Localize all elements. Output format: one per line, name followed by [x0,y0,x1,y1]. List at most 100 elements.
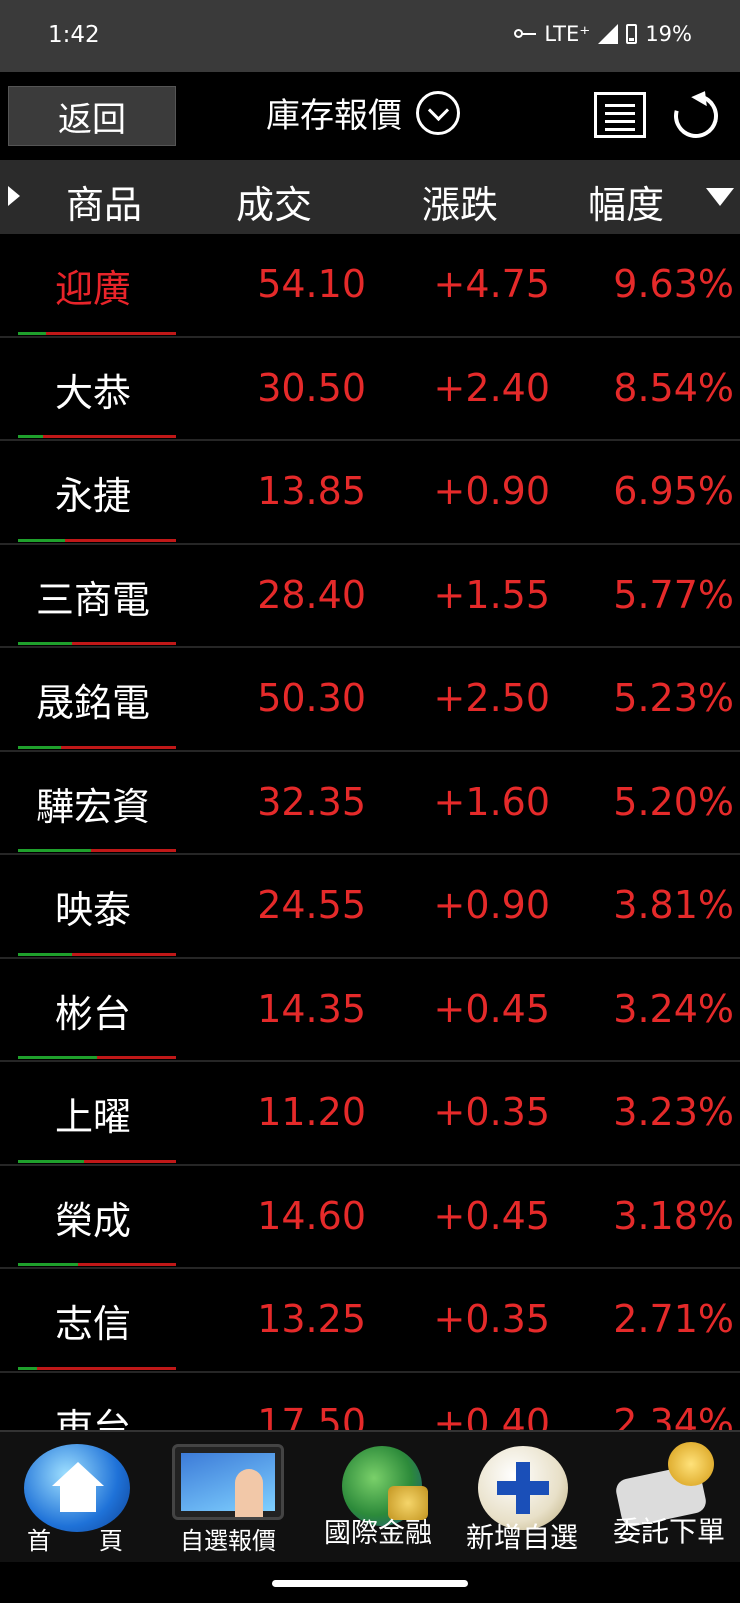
column-price[interactable]: 成交 [236,174,312,229]
percent-cell: 2.71% [613,1297,734,1341]
price-cell: 24.55 [257,883,366,927]
price-cell: 54.10 [257,262,366,306]
key-icon [514,28,537,40]
table-row[interactable]: 志信 13.25 +0.35 2.71% [0,1269,740,1373]
volume-bar [18,952,176,956]
table-row[interactable]: 晟銘電 50.30 +2.50 5.23% [0,648,740,752]
back-button[interactable]: 返回 [8,86,176,146]
price-cell: 13.25 [257,1297,366,1341]
change-cell: +2.40 [433,365,550,410]
volume-bar [18,1159,176,1163]
bar-green-portion [18,642,72,645]
column-change[interactable]: 漲跌 [422,174,498,229]
network-label: LTE⁺ [544,22,591,46]
column-header: 商品 成交 漲跌 幅度 [0,160,740,234]
table-row[interactable]: 大恭 30.50 +2.40 8.54% [0,338,740,441]
column-percent[interactable]: 幅度 [588,174,664,229]
volume-bar [18,331,176,335]
bar-green-portion [18,1159,85,1163]
change-cell: +0.90 [433,883,550,927]
percent-cell: 3.24% [613,986,734,1031]
price-cell: 30.50 [257,365,366,410]
change-cell: +4.75 [433,262,550,306]
percent-cell: 3.18% [613,1193,734,1238]
sort-down-icon[interactable] [706,188,734,206]
percent-cell: 5.23% [613,676,734,720]
percent-cell: 9.63% [613,262,734,306]
bar-green-portion [18,1056,97,1059]
battery-icon [626,24,638,44]
stock-name: 上曜 [54,1095,131,1139]
table-row[interactable]: 上曜 11.20 +0.35 3.23% [0,1062,740,1166]
table-row[interactable]: 東台 17.50 +0.40 2.34% [0,1373,740,1431]
percent-cell: 2.34% [613,1400,734,1431]
change-cell: +0.45 [433,1193,550,1238]
refresh-icon[interactable] [665,85,727,147]
price-cell: 50.30 [257,676,366,720]
volume-bar [18,538,176,542]
stock-name: 彬台 [54,991,131,1036]
stock-name: 志信 [54,1302,131,1346]
price-cell: 11.20 [257,1090,366,1134]
title-dropdown[interactable]: 庫存報價 [266,88,460,137]
home-indicator[interactable] [272,1580,468,1587]
status-time: 1:42 [48,22,100,48]
price-cell: 14.60 [257,1193,366,1238]
stock-name: 東台 [54,1405,131,1431]
stock-name: 榮成 [54,1198,131,1243]
stock-name: 驊宏資 [35,784,150,829]
battery-percent: 19% [645,22,692,46]
stock-name: 永捷 [54,474,131,518]
price-cell: 17.50 [257,1400,366,1431]
percent-cell: 3.81% [613,883,734,927]
list-icon[interactable] [594,92,646,138]
volume-bar [18,1263,176,1266]
bar-green-portion [18,538,66,542]
change-cell: +1.55 [433,572,550,617]
price-cell: 13.85 [257,469,366,513]
stock-name: 三商電 [35,577,150,622]
percent-cell: 5.20% [613,779,734,824]
expand-right-icon[interactable] [8,186,20,206]
change-cell: +2.50 [433,676,550,720]
chevron-down-icon[interactable] [416,90,460,135]
column-product[interactable]: 商品 [66,174,142,229]
percent-cell: 6.95% [613,469,734,513]
bar-green-portion [18,331,47,335]
percent-cell: 3.23% [613,1090,734,1134]
bar-green-portion [18,952,72,956]
volume-bar [18,642,176,645]
bar-green-portion [18,435,44,438]
table-row[interactable]: 映泰 24.55 +0.90 3.81% [0,855,740,959]
bar-green-portion [18,1366,37,1370]
stock-name: 大恭 [54,370,131,415]
price-cell: 28.40 [257,572,366,617]
table-row[interactable]: 迎廣 54.10 +4.75 9.63% [0,234,740,338]
signal-icon [598,24,619,44]
bar-green-portion [18,745,61,749]
change-cell: +0.35 [433,1090,550,1134]
volume-bar [18,1366,176,1370]
volume-bar [18,435,176,438]
nav-place-order[interactable]: 委託下單 [0,1432,740,1564]
percent-cell: 8.54% [613,365,734,410]
bar-green-portion [18,1263,79,1266]
percent-cell: 5.77% [613,572,734,617]
change-cell: +0.35 [433,1297,550,1341]
table-row[interactable]: 驊宏資 32.35 +1.60 5.20% [0,752,740,855]
price-cell: 32.35 [257,779,366,824]
nav-place-order-label: 委託下單 [612,1515,725,1548]
stock-name: 迎廣 [54,267,131,311]
bottom-nav: 首 頁 自選報價 國際金融 新增自選 委託下單 [0,1430,740,1564]
bar-green-portion [18,849,91,852]
change-cell: +0.45 [433,986,550,1031]
table-row[interactable]: 榮成 14.60 +0.45 3.18% [0,1166,740,1269]
quote-list[interactable]: 迎廣 54.10 +4.75 9.63% 大恭 30.50 +2.40 8.54… [0,234,740,1430]
status-right: LTE⁺ 19% [514,22,692,46]
table-row[interactable]: 三商電 28.40 +1.55 5.77% [0,545,740,648]
table-row[interactable]: 永捷 13.85 +0.90 6.95% [0,441,740,545]
change-cell: +0.40 [433,1400,550,1431]
volume-bar [18,745,176,749]
table-row[interactable]: 彬台 14.35 +0.45 3.24% [0,959,740,1062]
volume-bar [18,849,176,852]
